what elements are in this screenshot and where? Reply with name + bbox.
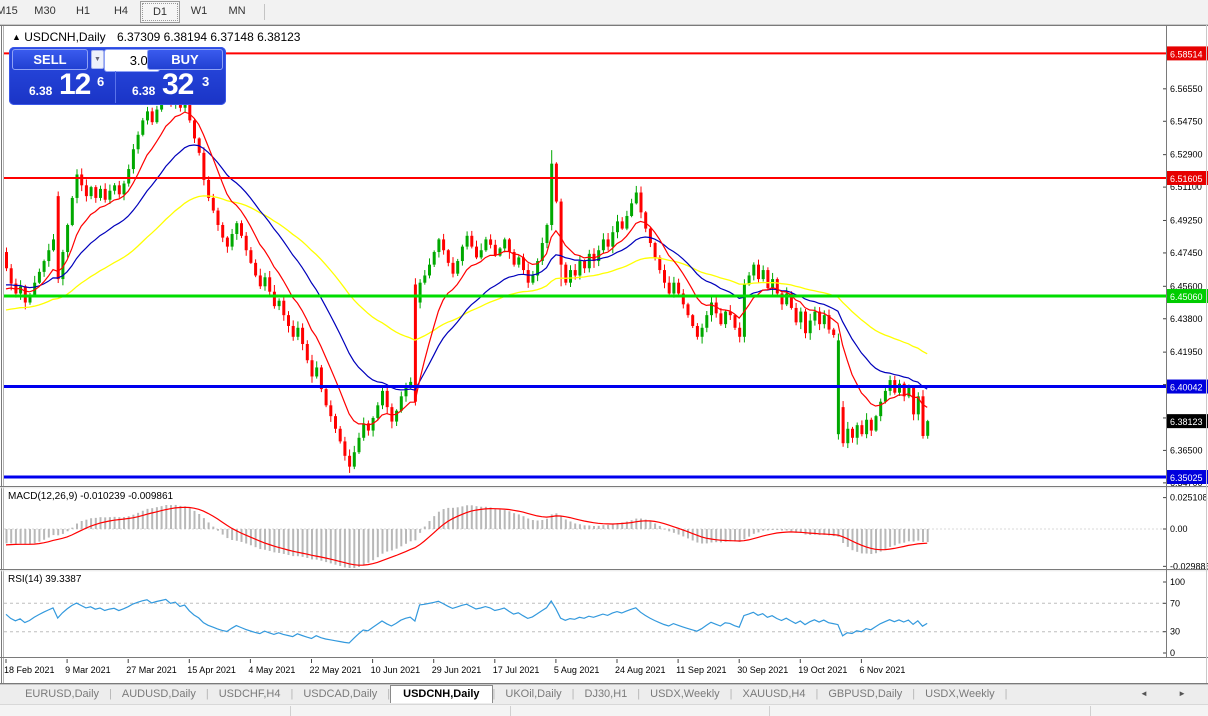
bid-ask-prices: 6.38 12 6 6.38 32 3 bbox=[9, 71, 226, 105]
time-axis-label: 5 Aug 2021 bbox=[554, 665, 600, 675]
timeframe-toolbar: M15M30H1H4D1W1MN bbox=[0, 0, 1208, 25]
buy-button[interactable]: BUY bbox=[147, 49, 223, 70]
one-click-trading-widget: SELL ▼ 3.00 ▲ BUY 6.38 12 6 6.38 32 3 bbox=[9, 47, 226, 105]
time-axis-label: 18 Feb 2021 bbox=[4, 665, 55, 675]
sell-button[interactable]: SELL bbox=[12, 49, 88, 70]
timeframe-button-d1[interactable]: D1 bbox=[140, 1, 180, 23]
price-axis-label: 6.47450 bbox=[1170, 248, 1203, 258]
price-axis-label: 6.41950 bbox=[1170, 347, 1203, 357]
time-axis-label: 9 Mar 2021 bbox=[65, 665, 111, 675]
statusbar-divider bbox=[290, 706, 291, 716]
chart-tab-eurusd-daily[interactable]: EURUSD,Daily bbox=[15, 685, 109, 702]
bid-price-base: 6.38 bbox=[29, 84, 52, 98]
volume-decrease-button[interactable]: ▼ bbox=[91, 50, 104, 69]
rsi-axis-label: 70 bbox=[1170, 598, 1180, 608]
chart-ohlc-values: 6.37309 6.38194 6.37148 6.38123 bbox=[117, 30, 301, 44]
time-axis-label: 27 Mar 2021 bbox=[126, 665, 177, 675]
rsi-axis-label: 0 bbox=[1170, 648, 1175, 658]
time-axis-label: 17 Jul 2021 bbox=[493, 665, 540, 675]
price-axis-label: 6.36500 bbox=[1170, 445, 1203, 455]
tab-scroll-arrows[interactable]: ◄ ► bbox=[1140, 689, 1200, 698]
price-axis-label: 6.56550 bbox=[1170, 84, 1203, 94]
chart-tab-usdx-weekly[interactable]: USDX,Weekly bbox=[640, 685, 729, 702]
svg-text:6.58514: 6.58514 bbox=[1170, 49, 1203, 59]
bid-price[interactable]: 6.38 12 6 bbox=[11, 71, 116, 103]
ask-price-pips: 32 bbox=[162, 68, 193, 102]
collapse-triangle-icon[interactable]: ▲ bbox=[12, 32, 21, 42]
time-axis-label: 24 Aug 2021 bbox=[615, 665, 666, 675]
time-axis-label: 6 Nov 2021 bbox=[859, 665, 905, 675]
svg-text:6.51605: 6.51605 bbox=[1170, 174, 1203, 184]
macd-axis-label: 0.025108 bbox=[1170, 493, 1208, 503]
timeframe-button-w1[interactable]: W1 bbox=[180, 0, 218, 22]
rsi-indicator-label: RSI(14) 39.3387 bbox=[8, 574, 81, 585]
timeframe-button-h1[interactable]: H1 bbox=[64, 0, 102, 22]
statusbar-divider bbox=[510, 706, 511, 716]
bid-price-point: 6 bbox=[97, 74, 104, 89]
chart-tab-gbpusd-daily[interactable]: GBPUSD,Daily bbox=[818, 685, 912, 702]
time-axis-label: 4 May 2021 bbox=[248, 665, 295, 675]
mt4-workspace: 6.565506.547506.529006.511006.492506.474… bbox=[0, 0, 1208, 716]
price-axis-label: 6.52900 bbox=[1170, 150, 1203, 160]
macd-indicator-label: MACD(12,26,9) -0.010239 -0.009861 bbox=[8, 491, 173, 502]
time-axis-label: 22 May 2021 bbox=[310, 665, 362, 675]
time-axis-label: 19 Oct 2021 bbox=[798, 665, 847, 675]
ask-price[interactable]: 6.38 32 3 bbox=[118, 71, 222, 103]
tab-separator: | bbox=[1005, 685, 1008, 700]
price-axis-label: 6.54750 bbox=[1170, 116, 1203, 126]
timeframe-buttons: M15M30H1H4D1W1MN bbox=[0, 0, 271, 24]
chart-tab-ukoil-daily[interactable]: UKOil,Daily bbox=[495, 685, 571, 702]
bid-price-pips: 12 bbox=[59, 68, 90, 102]
trade-widget-controls: SELL ▼ 3.00 ▲ BUY bbox=[9, 47, 226, 71]
chart-tab-usdx-weekly[interactable]: USDX,Weekly bbox=[915, 685, 1004, 702]
time-axis-label: 11 Sep 2021 bbox=[676, 665, 726, 675]
svg-text:6.40042: 6.40042 bbox=[1170, 383, 1203, 393]
ask-price-base: 6.38 bbox=[132, 84, 155, 98]
chart-tab-usdcnh-daily[interactable]: USDCNH,Daily bbox=[390, 685, 492, 703]
chart-tab-dj30-h1[interactable]: DJ30,H1 bbox=[575, 685, 638, 702]
rsi-axis-label: 30 bbox=[1170, 627, 1180, 637]
svg-text:6.35025: 6.35025 bbox=[1170, 473, 1203, 483]
chart-symbol-period: USDCNH,Daily bbox=[24, 30, 105, 44]
status-bar bbox=[0, 704, 1208, 716]
time-axis-label: 30 Sep 2021 bbox=[737, 665, 788, 675]
timeframe-button-m30[interactable]: M30 bbox=[26, 0, 64, 22]
chart-tabs: EURUSD,Daily|AUDUSD,Daily|USDCHF,H4|USDC… bbox=[15, 685, 1007, 697]
price-axis-label: 6.49250 bbox=[1170, 215, 1203, 225]
chart-tab-xauusd-h4[interactable]: XAUUSD,H4 bbox=[733, 685, 816, 702]
time-axis-label: 10 Jun 2021 bbox=[371, 665, 421, 675]
chart-tab-usdcad-daily[interactable]: USDCAD,Daily bbox=[293, 685, 387, 702]
timeframe-button-m15[interactable]: M15 bbox=[0, 0, 26, 22]
macd-axis-label: 0.00 bbox=[1170, 524, 1188, 534]
time-axis-label: 29 Jun 2021 bbox=[432, 665, 482, 675]
statusbar-divider bbox=[769, 706, 770, 716]
chart-tab-usdchf-h4[interactable]: USDCHF,H4 bbox=[209, 685, 291, 702]
chart-tab-bar: EURUSD,Daily|AUDUSD,Daily|USDCHF,H4|USDC… bbox=[0, 684, 1208, 705]
svg-text:6.38123: 6.38123 bbox=[1170, 417, 1203, 427]
svg-text:6.45060: 6.45060 bbox=[1170, 292, 1203, 302]
rsi-axis-label: 100 bbox=[1170, 577, 1185, 587]
time-axis-label: 15 Apr 2021 bbox=[187, 665, 236, 675]
chart-canvas[interactable]: 6.565506.547506.529006.511006.492506.474… bbox=[0, 0, 1208, 716]
price-axis-label: 6.43800 bbox=[1170, 314, 1203, 324]
toolbar-separator bbox=[264, 4, 265, 20]
timeframe-button-mn[interactable]: MN bbox=[218, 0, 256, 22]
statusbar-divider bbox=[1090, 706, 1091, 716]
chart-tab-audusd-daily[interactable]: AUDUSD,Daily bbox=[112, 685, 206, 702]
timeframe-button-h4[interactable]: H4 bbox=[102, 0, 140, 22]
chart-title: ▲ USDCNH,Daily 6.37309 6.38194 6.37148 6… bbox=[12, 30, 300, 44]
ask-price-point: 3 bbox=[202, 74, 209, 89]
